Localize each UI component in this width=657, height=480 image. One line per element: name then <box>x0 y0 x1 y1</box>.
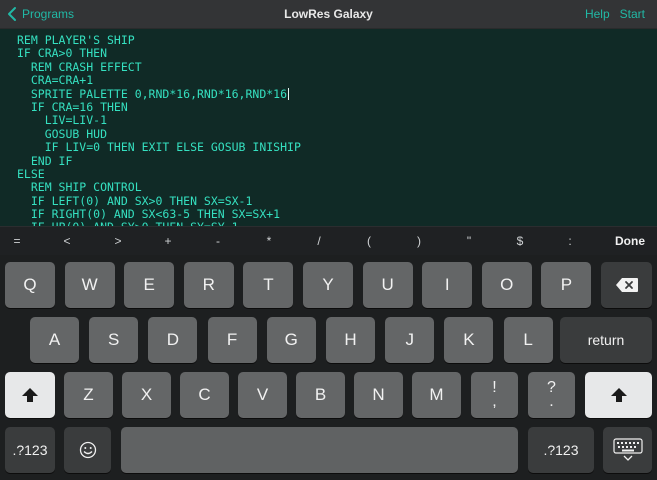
code-line: GOSUB HUD <box>17 126 108 141</box>
key-y[interactable]: Y <box>303 262 353 308</box>
symbol-key[interactable]: : <box>556 227 584 256</box>
code-line: IF CRA>0 THEN <box>17 46 108 61</box>
on-screen-keyboard: return !, ?. .?123 .?123 QWERTYUIOP ASDFG… <box>0 255 657 480</box>
back-button-label: Programs <box>22 7 75 21</box>
key-question-period[interactable]: ?. <box>528 372 575 418</box>
key-b[interactable]: B <box>296 372 345 418</box>
code-text: REM PLAYER'S SHIP IF CRA>0 THEN REM CRASH… <box>17 33 301 226</box>
key-d[interactable]: D <box>148 317 198 363</box>
code-line: REM SHIP CONTROL <box>17 180 142 195</box>
key-t[interactable]: T <box>243 262 294 308</box>
key-r[interactable]: R <box>183 262 234 308</box>
keyboard-dismiss-key[interactable] <box>603 427 652 473</box>
symbol-bar: = < > + - * / () " $: Done <box>0 226 657 256</box>
code-line: SPRITE PALETTE 0,RND*16,RND*16,RND*16 <box>17 86 290 101</box>
code-line: ELSE <box>17 166 45 181</box>
back-to-programs-button[interactable]: Programs <box>6 0 74 28</box>
symbol-key[interactable]: < <box>53 227 81 256</box>
key-v[interactable]: V <box>238 372 287 418</box>
done-button[interactable]: Done <box>610 227 650 256</box>
code-line: LIV=LIV-1 <box>17 113 108 128</box>
key-exclamation-comma[interactable]: !, <box>471 372 518 418</box>
key-h[interactable]: H <box>326 317 375 363</box>
key-w[interactable]: W <box>64 262 115 308</box>
key-a[interactable]: A <box>30 317 79 363</box>
code-line: IF LIV=0 THEN EXIT ELSE GOSUB INISHIP <box>17 140 301 155</box>
page-title: LowRes Galaxy <box>284 7 373 21</box>
key-u[interactable]: U <box>362 262 413 308</box>
shift-key-right[interactable] <box>585 372 652 418</box>
symbol-key[interactable]: + <box>154 227 182 256</box>
symbol-key[interactable]: = <box>3 227 31 256</box>
key-n[interactable]: N <box>354 372 403 418</box>
key-l[interactable]: L <box>503 317 553 363</box>
symbol-key[interactable]: " <box>455 227 483 256</box>
key-label-period: . <box>549 393 554 410</box>
navigation-bar: Programs LowRes Galaxy Help Start <box>0 0 657 29</box>
key-x[interactable]: X <box>122 372 171 418</box>
shift-key-left[interactable] <box>5 372 55 418</box>
key-s[interactable]: S <box>89 317 139 363</box>
code-line: REM CRASH EFFECT <box>17 59 142 74</box>
delete-key[interactable] <box>601 262 652 308</box>
space-bar[interactable] <box>121 427 518 473</box>
code-line: IF RIGHT(0) AND SX<63-5 THEN SX=SX+1 <box>17 207 281 222</box>
code-line: END IF <box>17 153 73 168</box>
key-label-comma: , <box>492 393 497 410</box>
code-editor[interactable]: REM PLAYER'S SHIP IF CRA>0 THEN REM CRASH… <box>0 29 657 226</box>
key-m[interactable]: M <box>412 372 461 418</box>
key-z[interactable]: Z <box>64 372 113 418</box>
code-line: IF LEFT(0) AND SX>0 THEN SX=SX-1 <box>17 193 253 208</box>
help-button[interactable]: Help <box>585 7 610 21</box>
keyboard-dismiss-icon <box>612 438 643 462</box>
code-line: IF CRA=16 THEN <box>17 99 128 114</box>
symbol-key[interactable]: ) <box>405 227 433 256</box>
key-p[interactable]: P <box>541 262 592 308</box>
symbol-key[interactable]: - <box>204 227 232 256</box>
emoji-icon <box>79 441 97 459</box>
start-button[interactable]: Start <box>620 7 645 21</box>
key-c[interactable]: C <box>180 372 229 418</box>
key-i[interactable]: I <box>422 262 473 308</box>
numbers-key-left[interactable]: .?123 <box>5 427 55 473</box>
numbers-key-right[interactable]: .?123 <box>528 427 594 473</box>
key-g[interactable]: G <box>266 317 316 363</box>
emoji-key[interactable] <box>64 427 111 473</box>
text-cursor <box>288 87 290 100</box>
key-j[interactable]: J <box>385 317 435 363</box>
code-line: CRA=CRA+1 <box>17 73 94 88</box>
symbol-key[interactable]: $ <box>506 227 534 256</box>
shift-icon <box>610 387 628 403</box>
key-k[interactable]: K <box>444 317 494 363</box>
symbol-key[interactable]: ( <box>355 227 383 256</box>
key-e[interactable]: E <box>124 262 175 308</box>
return-key[interactable]: return <box>560 317 652 363</box>
delete-icon <box>615 277 639 293</box>
key-q[interactable]: Q <box>5 262 55 308</box>
code-line: REM PLAYER'S SHIP <box>17 33 135 47</box>
symbol-key[interactable]: * <box>255 227 283 256</box>
symbol-key[interactable]: / <box>305 227 333 256</box>
shift-icon <box>21 387 39 403</box>
key-f[interactable]: F <box>207 317 257 363</box>
key-o[interactable]: O <box>481 262 532 308</box>
chevron-left-icon <box>6 6 20 22</box>
symbol-key[interactable]: > <box>104 227 132 256</box>
